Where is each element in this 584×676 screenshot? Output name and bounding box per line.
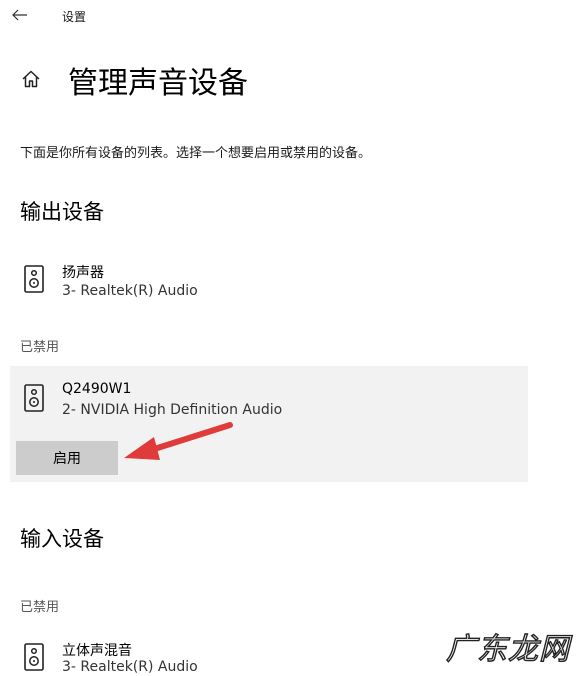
home-icon	[22, 70, 40, 88]
title-bar: 设置	[0, 0, 584, 32]
device-driver: 3- Realtek(R) Audio	[62, 283, 198, 299]
device-item-speaker[interactable]: 扬声器 3- Realtek(R) Audio	[10, 254, 528, 304]
device-driver: 3- Realtek(R) Audio	[62, 659, 198, 675]
page-description: 下面是你所有设备的列表。选择一个想要启用或禁用的设备。	[20, 146, 372, 161]
speaker-icon	[24, 643, 44, 671]
back-button[interactable]	[10, 5, 30, 25]
device-name: Q2490W1	[62, 381, 132, 397]
speaker-icon	[24, 384, 44, 412]
speaker-icon	[24, 265, 44, 293]
disabled-section-label: 已禁用	[20, 340, 60, 355]
settings-page: 设置 管理声音设备 下面是你所有设备的列表。选择一个想要启用或禁用的设备。 输出…	[0, 0, 584, 676]
app-title: 设置	[62, 10, 87, 24]
device-name: 扬声器	[62, 265, 104, 281]
watermark-logo: 广东龙网	[445, 631, 570, 667]
output-devices-heading: 输出设备	[20, 200, 104, 224]
device-item-q2490w1[interactable]: Q2490W1 2- NVIDIA High Definition Audio …	[10, 366, 528, 482]
arrow-left-icon	[12, 9, 27, 21]
enable-button[interactable]: 启用	[16, 441, 118, 475]
red-arrow-annotation	[124, 422, 233, 460]
disabled-section-label: 已禁用	[20, 600, 60, 615]
device-name: 立体声混音	[62, 643, 132, 659]
input-devices-heading: 输入设备	[20, 527, 104, 551]
page-title: 管理声音设备	[68, 66, 248, 101]
